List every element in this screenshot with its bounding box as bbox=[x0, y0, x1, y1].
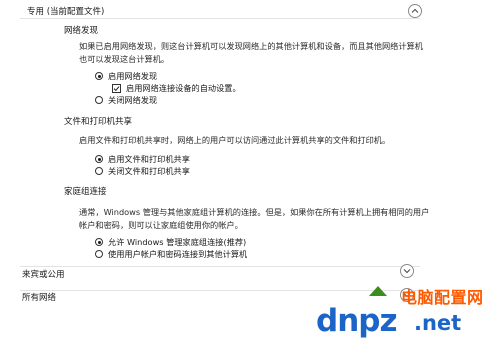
all-networks-divider bbox=[20, 290, 420, 291]
network-discovery-off-option[interactable]: 关闭网络发现 bbox=[95, 94, 157, 106]
watermark-brand-text: dnpz bbox=[316, 303, 397, 339]
homegroup-user-radio[interactable] bbox=[95, 250, 103, 258]
private-profile-title: 专用 (当前配置文件) bbox=[27, 7, 105, 17]
guest-divider bbox=[20, 266, 420, 267]
chevron-down-icon bbox=[403, 269, 411, 274]
chevron-up-icon bbox=[411, 8, 419, 13]
file-sharing-on-option[interactable]: 启用文件和打印机共享 bbox=[95, 153, 190, 165]
collapse-private-button[interactable] bbox=[408, 4, 422, 18]
homegroup-desc: 通常，Windows 管理与其他家庭组计算机的连接。但是，如果你在所有计算机上拥… bbox=[79, 207, 430, 230]
file-sharing-on-label: 启用文件和打印机共享 bbox=[108, 154, 190, 164]
file-sharing-off-radio[interactable] bbox=[95, 167, 103, 175]
expand-guest-button[interactable] bbox=[400, 264, 414, 278]
auto-setup-checkbox[interactable] bbox=[112, 83, 121, 93]
network-discovery-on-label: 启用网络发现 bbox=[108, 71, 158, 81]
private-divider bbox=[20, 18, 420, 19]
watermark-arrow-icon bbox=[369, 286, 387, 296]
homegroup-user-label: 使用用户帐户和密码连接到其他计算机 bbox=[108, 249, 248, 259]
auto-setup-option[interactable]: 启用网络连接设备的自动设置。 bbox=[112, 82, 241, 94]
homegroup-user-option[interactable]: 使用用户帐户和密码连接到其他计算机 bbox=[95, 248, 247, 260]
network-discovery-on-radio[interactable] bbox=[95, 72, 103, 80]
all-networks-title: 所有网络 bbox=[22, 293, 57, 303]
homegroup-heading: 家庭组连接 bbox=[64, 187, 107, 197]
network-discovery-off-label: 关闭网络发现 bbox=[108, 95, 158, 105]
file-sharing-off-option[interactable]: 关闭文件和打印机共享 bbox=[95, 165, 190, 177]
homegroup-allow-label: 允许 Windows 管理家庭组连接(推荐) bbox=[108, 237, 247, 247]
checkmark-icon bbox=[113, 85, 120, 91]
network-discovery-desc: 如果已启用网络发现，则这台计算机可以发现网络上的其他计算机和设备，而且其他网络计… bbox=[79, 41, 423, 64]
watermark-cn-text: 电脑配置网 bbox=[401, 288, 484, 307]
file-sharing-off-label: 关闭文件和打印机共享 bbox=[108, 166, 190, 176]
watermark-tld-text: .net bbox=[414, 311, 462, 335]
file-sharing-desc: 启用文件和打印机共享时，网络上的用户可以访问通过此计算机共享的文件和打印机。 bbox=[79, 135, 391, 145]
network-discovery-on-option[interactable]: 启用网络发现 bbox=[95, 70, 157, 82]
homegroup-allow-option[interactable]: 允许 Windows 管理家庭组连接(推荐) bbox=[95, 236, 246, 248]
homegroup-allow-radio[interactable] bbox=[95, 238, 103, 246]
network-discovery-off-radio[interactable] bbox=[95, 96, 103, 104]
auto-setup-label: 启用网络连接设备的自动设置。 bbox=[126, 83, 241, 93]
network-discovery-heading: 网络发现 bbox=[64, 26, 99, 36]
file-sharing-on-radio[interactable] bbox=[95, 155, 103, 163]
guest-profile-title: 来宾或公用 bbox=[22, 270, 65, 280]
file-sharing-heading: 文件和打印机共享 bbox=[64, 117, 133, 127]
